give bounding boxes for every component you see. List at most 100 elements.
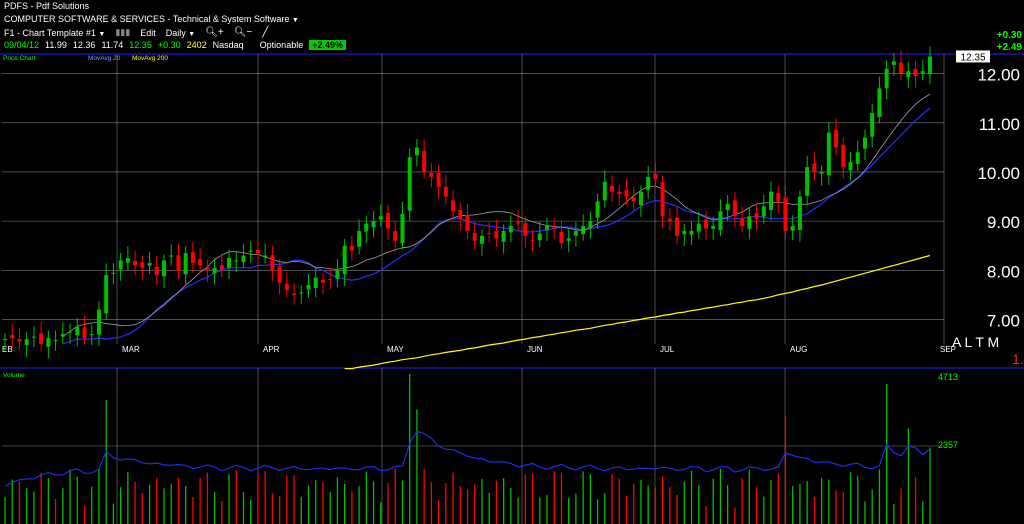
candle-body: [725, 203, 730, 210]
candle-body: [906, 71, 911, 78]
candle-body: [508, 226, 513, 233]
right-red-value: 1.: [1012, 351, 1024, 367]
candle-body: [349, 246, 354, 251]
candle-body: [414, 147, 419, 156]
x-tick-label: JUN: [527, 345, 543, 354]
candle-body: [75, 326, 80, 336]
price-volume-chart[interactable]: 12.00 11.00 10.00 9.00 8.00 7.00 EB MAR APR MAY JU…: [0, 0, 1024, 524]
candle-body: [595, 201, 600, 218]
candle-body: [819, 171, 824, 174]
candle-body: [299, 292, 304, 294]
candle-body: [24, 339, 29, 346]
candle-body: [364, 223, 369, 232]
candle-body: [899, 62, 904, 74]
candle-body: [154, 266, 159, 276]
candle-body: [227, 257, 232, 268]
candle-body: [472, 232, 477, 241]
x-tick-label: EB: [2, 345, 13, 354]
candle-body: [219, 265, 224, 271]
legend-price: Price Chart: [3, 55, 36, 62]
candle-body: [465, 215, 470, 231]
x-tick-label: MAY: [387, 345, 404, 354]
candle-body: [190, 252, 195, 263]
candle-body: [378, 216, 383, 220]
candle-body: [501, 230, 506, 242]
candle-body: [581, 226, 586, 235]
candle-body: [255, 249, 260, 254]
candle-body: [328, 279, 333, 281]
candle-body: [198, 259, 203, 266]
candle-body: [335, 270, 340, 279]
candle-body: [292, 293, 297, 295]
candle-body: [68, 331, 73, 333]
candle-body: [60, 334, 65, 337]
candle-body: [920, 71, 925, 74]
candle-body: [812, 163, 817, 172]
candle-body: [169, 255, 174, 257]
candle-body: [566, 238, 571, 241]
candle-body: [306, 285, 311, 290]
x-tick-label: APR: [263, 345, 280, 354]
candle-body: [429, 172, 434, 177]
candle-body: [96, 309, 101, 335]
candle-body: [638, 191, 643, 206]
candle-body: [870, 112, 875, 137]
candle-body: [537, 233, 542, 241]
candle-body: [631, 197, 636, 202]
candle-body: [877, 88, 882, 117]
candle-body: [718, 211, 723, 230]
candle-body: [393, 231, 398, 241]
candle-body: [407, 157, 412, 211]
candle-body: [133, 260, 138, 266]
candle-body: [544, 226, 549, 230]
candle-body: [451, 200, 456, 212]
candle-body: [436, 172, 441, 187]
legend-ma20: MovAvg 20: [88, 55, 121, 62]
candle-body: [263, 255, 268, 257]
candle-body: [826, 132, 831, 176]
candle-body: [675, 217, 680, 236]
candle-body: [754, 213, 759, 219]
volume-avg-line: [4, 430, 931, 487]
x-tick-label: MAR: [122, 345, 140, 354]
candle-body: [89, 334, 94, 336]
candle-body: [523, 223, 528, 236]
candle-body: [660, 182, 665, 217]
candle-body: [747, 216, 752, 229]
candle-body: [46, 338, 51, 347]
volume-tick-mid: 2357: [938, 440, 958, 450]
candle-body: [241, 255, 246, 263]
y-tick-label: 12.00: [977, 66, 1020, 85]
candle-body: [443, 186, 448, 197]
candle-body: [161, 260, 166, 277]
candle-body: [559, 231, 564, 244]
x-tick-label: AUG: [790, 345, 807, 354]
candle-body: [602, 181, 607, 201]
candle-body: [371, 221, 376, 228]
y-tick-label: 9.00: [987, 213, 1020, 232]
candle-body: [588, 221, 593, 229]
candle-body: [248, 250, 253, 252]
candle-body: [39, 333, 44, 344]
y-tick-label: 7.00: [987, 311, 1020, 330]
candle-body: [458, 210, 463, 219]
candle-body: [82, 327, 87, 339]
candle-body: [891, 61, 896, 65]
candle-body: [862, 137, 867, 149]
candle-body: [205, 267, 210, 271]
candle-body: [696, 223, 701, 232]
legend-volume: Volume: [3, 372, 25, 379]
candle-body: [848, 162, 853, 171]
ma200-line: [344, 254, 931, 370]
candle-body: [740, 218, 745, 227]
candle-body: [682, 230, 687, 235]
candle-body: [805, 167, 810, 196]
candle-body: [610, 185, 615, 192]
candle-body: [17, 339, 22, 342]
candle-body: [53, 340, 58, 342]
volume-tick-max: 4713: [938, 372, 958, 382]
candle-body: [31, 336, 36, 338]
candle-body: [761, 206, 766, 217]
candle-body: [284, 283, 289, 290]
last-price-label: 12.35: [960, 52, 985, 63]
